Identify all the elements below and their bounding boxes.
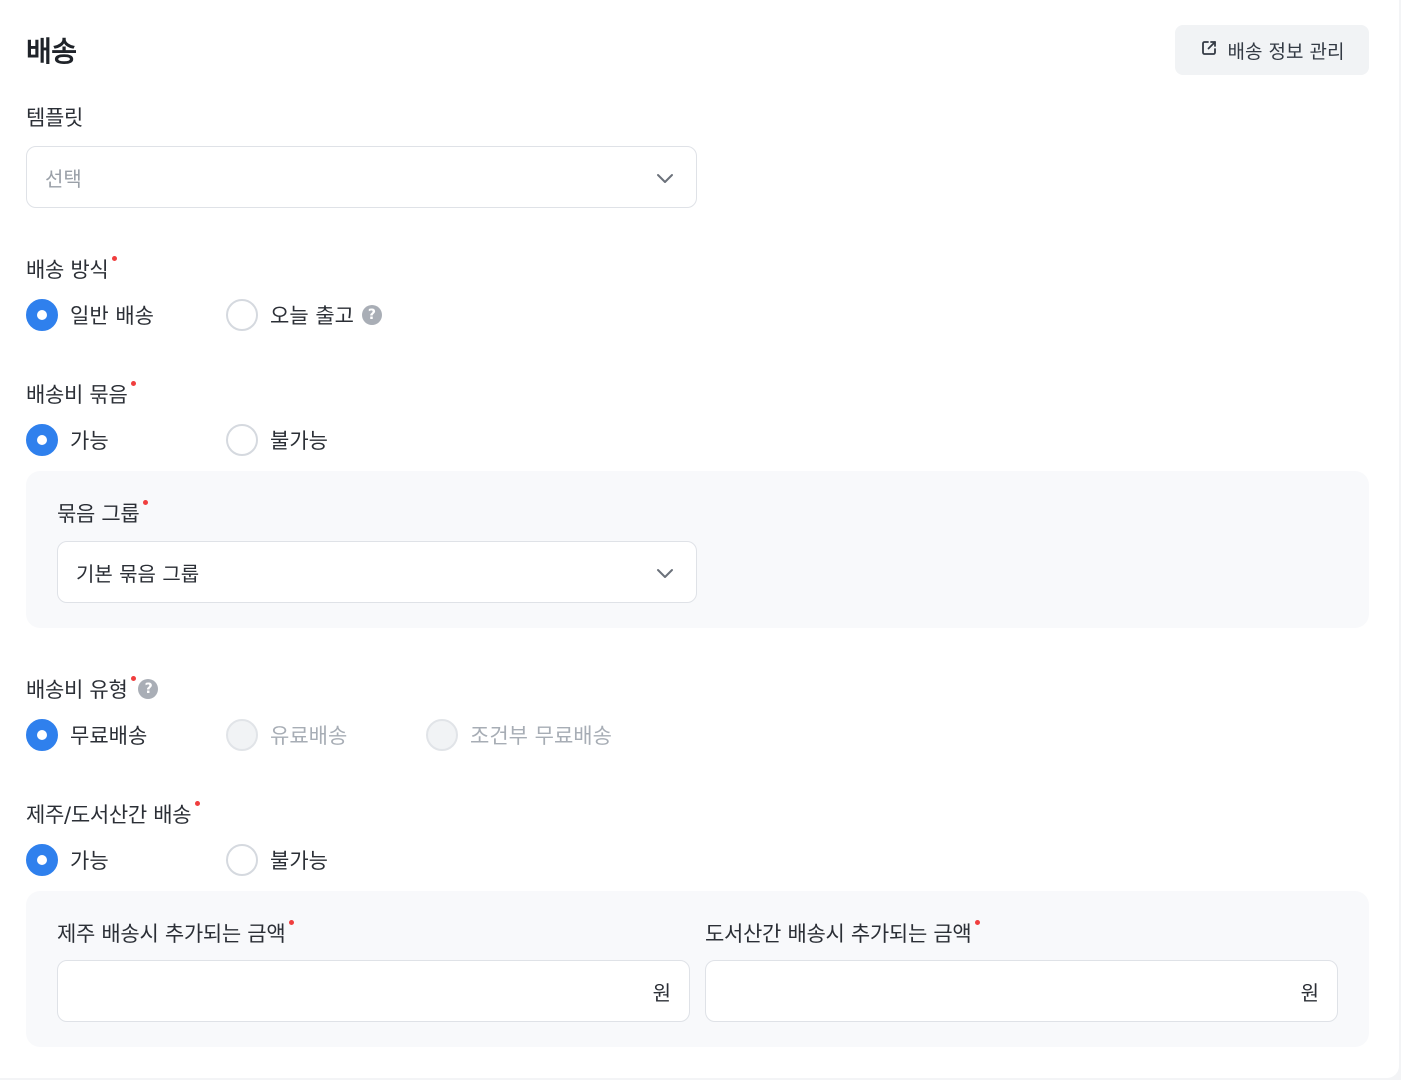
jeju-fee-input[interactable]: 원 — [57, 960, 690, 1022]
island-fee-input[interactable]: 원 — [705, 960, 1338, 1022]
radio-circle — [26, 424, 58, 456]
radio-circle — [226, 424, 258, 456]
chevron-down-icon — [657, 569, 673, 578]
bundle-group-label: 묶음 그룹 — [57, 498, 149, 528]
radio-jeju-available[interactable]: 가능 — [26, 844, 109, 876]
radio-jeju-unavailable[interactable]: 불가능 — [226, 844, 328, 876]
radio-label: 가능 — [70, 849, 109, 873]
radio-bundle-available[interactable]: 가능 — [26, 424, 109, 456]
radio-free-shipping[interactable]: 무료배송 — [26, 719, 147, 751]
template-label: 템플릿 — [26, 106, 84, 130]
required-dot — [195, 801, 201, 806]
jeju-fee-label: 제주 배송시 추가되는 금액 — [57, 918, 295, 948]
radio-label: 무료배송 — [70, 724, 148, 748]
radio-circle — [226, 299, 258, 331]
required-dot — [112, 256, 118, 261]
radio-bundle-unavailable[interactable]: 불가능 — [226, 424, 328, 456]
required-dot — [143, 500, 149, 505]
radio-normal-shipping[interactable]: 일반 배송 — [26, 299, 154, 331]
manage-button-label: 배송 정보 관리 — [1227, 40, 1345, 63]
radio-circle — [426, 719, 458, 751]
bundle-group-value: 기본 묶음 그룹 — [76, 561, 200, 586]
shipping-bundle-label: 배송비 묶음 — [26, 379, 137, 409]
currency-unit: 원 — [652, 980, 671, 1005]
shipping-fee-type-label: 배송비 유형 ? — [26, 674, 159, 704]
required-dot — [131, 381, 137, 386]
radio-today-dispatch[interactable]: 오늘 출고 ? — [226, 299, 382, 331]
radio-circle — [26, 844, 58, 876]
island-fee-label: 도서산간 배송시 추가되는 금액 — [705, 918, 981, 948]
jeju-island-label: 제주/도서산간 배송 — [26, 799, 201, 829]
radio-label: 일반 배송 — [70, 304, 154, 328]
bundle-group-select[interactable]: 기본 묶음 그룹 — [57, 541, 697, 603]
required-dot — [131, 676, 137, 681]
radio-conditional-free-shipping: 조건부 무료배송 — [426, 719, 612, 751]
template-placeholder: 선택 — [45, 166, 82, 191]
radio-label: 조건부 무료배송 — [470, 724, 612, 748]
shipping-method-label: 배송 방식 — [26, 254, 118, 284]
radio-circle — [26, 719, 58, 751]
radio-circle — [226, 844, 258, 876]
radio-label: 불가능 — [270, 849, 328, 873]
help-icon[interactable]: ? — [361, 305, 382, 325]
radio-label: 불가능 — [270, 429, 328, 453]
external-link-icon — [1200, 39, 1218, 62]
radio-label: 오늘 출고 — [270, 304, 354, 328]
shipping-card: 배송 배송 정보 관리 템플릿 선택 배송 방식 일반 배송 오늘 출고 ? 배… — [0, 0, 1399, 1078]
required-dot — [975, 920, 981, 925]
required-dot — [289, 920, 295, 925]
radio-paid-shipping: 유료배송 — [226, 719, 347, 751]
help-icon[interactable]: ? — [138, 679, 159, 699]
manage-shipping-info-button[interactable]: 배송 정보 관리 — [1175, 25, 1369, 75]
radio-label: 가능 — [70, 429, 109, 453]
template-select[interactable]: 선택 — [26, 146, 697, 208]
currency-unit: 원 — [1300, 980, 1319, 1005]
radio-circle — [226, 719, 258, 751]
radio-circle — [26, 299, 58, 331]
chevron-down-icon — [657, 174, 673, 183]
radio-label: 유료배송 — [270, 724, 348, 748]
section-title: 배송 — [26, 35, 77, 68]
